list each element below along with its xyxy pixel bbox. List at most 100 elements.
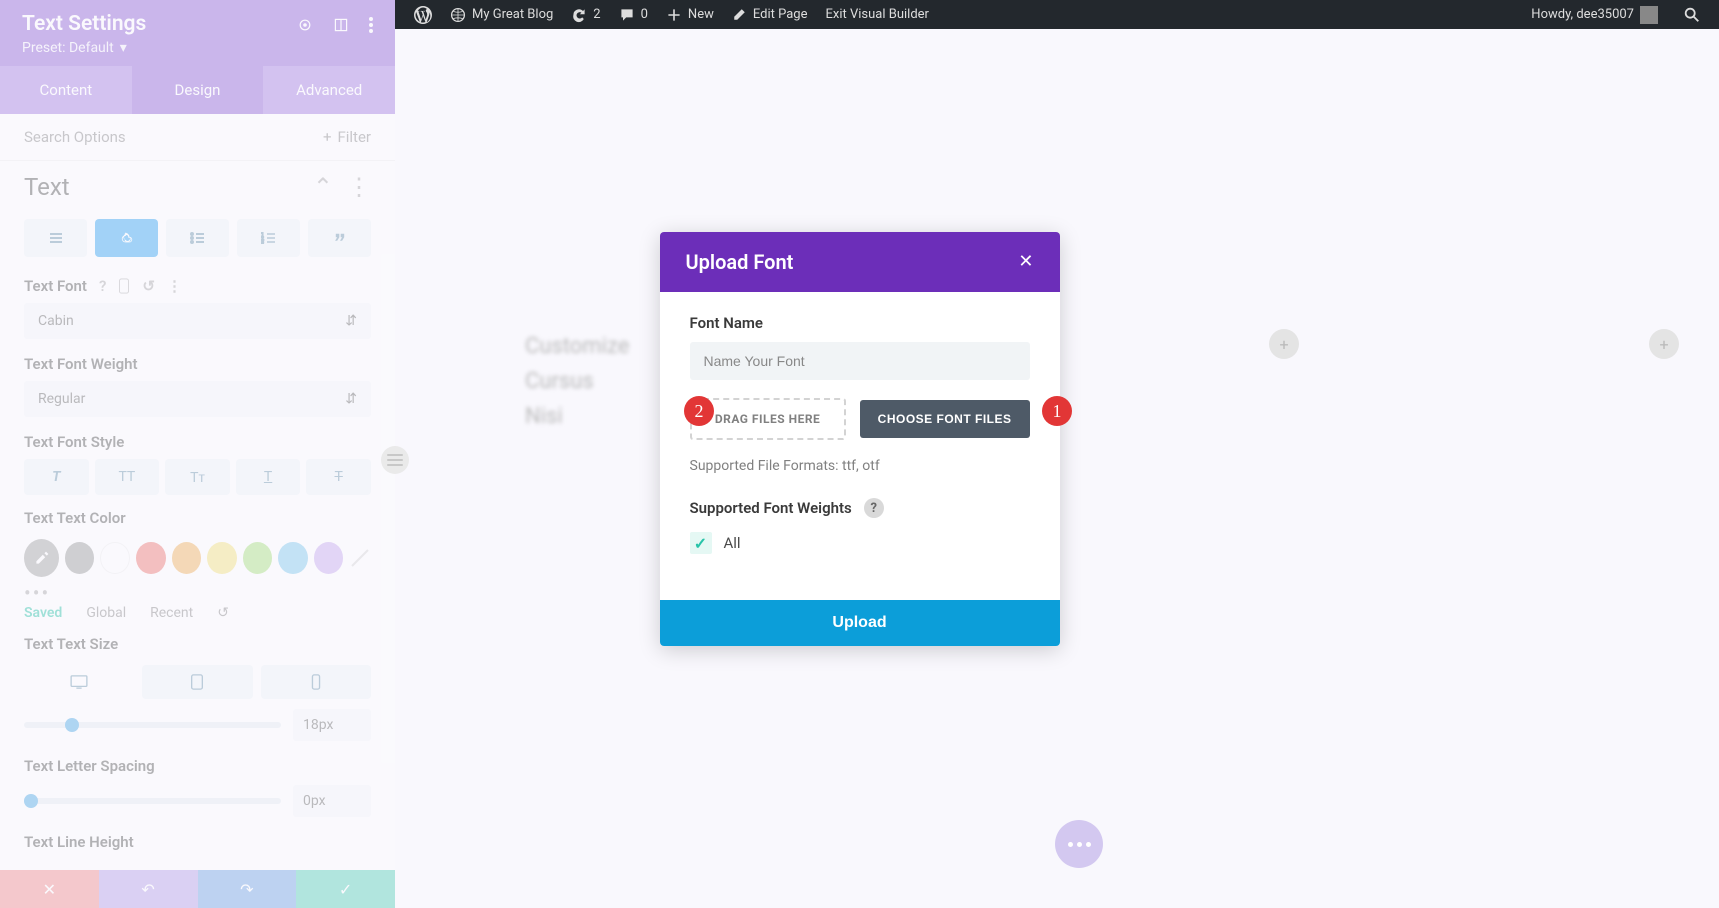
device-tablet[interactable] (142, 665, 252, 699)
preset-selector[interactable]: Preset: Default ▾ (22, 40, 146, 56)
upload-font-modal: Upload Font ✕ Font Name DRAG FILES HERE … (660, 232, 1060, 646)
admin-search-button[interactable] (1675, 6, 1709, 24)
font-name-label: Font Name (690, 314, 1030, 332)
panel-close-button[interactable]: ✕ (0, 870, 99, 908)
refresh-icon (571, 7, 587, 23)
edit-page-label: Edit Page (753, 7, 808, 22)
choose-files-button[interactable]: CHOOSE FONT FILES (860, 400, 1030, 438)
swatch-orange[interactable] (172, 542, 201, 574)
prop-style: Text Font Style T TT Tᴛ T T (0, 423, 395, 499)
recent-recent[interactable]: Recent (150, 605, 193, 621)
swatch-dropper[interactable] (24, 539, 59, 577)
edit-page-button[interactable]: Edit Page (723, 0, 817, 29)
subtab-p[interactable] (24, 219, 87, 257)
subtab-ul[interactable] (166, 219, 229, 257)
prop-color: Text Text Color (0, 499, 395, 531)
supported-weights-label: Supported Font Weights (690, 499, 852, 517)
drag-drop-zone[interactable]: DRAG FILES HERE (690, 398, 846, 440)
wp-admin-bar: My Great Blog 2 0 New Edit Page Exit Vis… (395, 0, 1719, 29)
weight-select[interactable]: Regular ⇵ (24, 381, 371, 417)
panel-footer: ✕ ↶ ↷ ✓ (0, 870, 395, 908)
font-select[interactable]: Cabin ⇵ (24, 303, 371, 339)
swatch-white[interactable] (100, 542, 130, 574)
chevron-up-icon[interactable]: ⌃ (313, 173, 333, 201)
reset-icon[interactable]: ↺ (217, 605, 229, 621)
more-icon[interactable]: ⋮ (167, 277, 182, 295)
subtab-a[interactable] (95, 219, 158, 257)
swatch-green[interactable] (243, 542, 272, 574)
style-underline[interactable]: T (236, 459, 301, 495)
user-greeting-button[interactable]: Howdy, dee35007 (1522, 0, 1667, 29)
swatch-none[interactable] (349, 547, 371, 569)
wp-logo-button[interactable] (405, 0, 441, 29)
help-icon[interactable]: ? (99, 277, 106, 295)
style-italic[interactable]: T (24, 459, 89, 495)
site-name-button[interactable]: My Great Blog (441, 0, 562, 29)
prop-lineheight: Text Line Height (0, 823, 395, 855)
modal-title: Upload Font (686, 250, 794, 274)
filter-button[interactable]: + Filter (323, 128, 371, 146)
recent-saved[interactable]: Saved (24, 605, 62, 621)
panel-drag-handle[interactable] (381, 446, 409, 474)
annotation-1: 1 (1042, 396, 1072, 426)
font-name-input[interactable] (690, 342, 1030, 380)
panel-redo-button[interactable]: ↷ (198, 870, 297, 908)
pencil-icon (732, 7, 747, 22)
refresh-button[interactable]: 2 (562, 0, 609, 29)
new-button[interactable]: New (657, 0, 723, 29)
tab-content[interactable]: Content (0, 66, 132, 114)
panel-title: Text Settings (22, 12, 146, 36)
builder-actions-button[interactable] (1055, 820, 1103, 868)
reset-icon[interactable]: ↺ (142, 277, 155, 295)
collapse-icons: ⌃ ⋮ (313, 173, 371, 201)
columns-icon[interactable] (333, 17, 349, 33)
site-name: My Great Blog (472, 7, 553, 22)
target-icon[interactable] (297, 17, 313, 33)
add-section-button[interactable]: + (1649, 329, 1679, 359)
panel-undo-button[interactable]: ↶ (99, 870, 198, 908)
tab-design[interactable]: Design (132, 66, 264, 114)
annotation-2: 2 (684, 396, 714, 426)
spacing-value[interactable]: 0px (293, 785, 371, 817)
subtab-ol[interactable]: 123 (237, 219, 300, 257)
style-caps[interactable]: TT (95, 459, 160, 495)
upload-button[interactable]: Upload (660, 600, 1060, 646)
help-icon[interactable]: ? (864, 498, 884, 518)
comments-button[interactable]: 0 (610, 0, 657, 29)
size-slider[interactable] (24, 722, 281, 728)
all-label: All (724, 534, 741, 552)
more-icon[interactable] (369, 17, 373, 33)
subtab-quote[interactable] (308, 219, 371, 257)
text-subtabs: 123 (0, 209, 395, 267)
prop-weight: Text Font Weight Regular ⇵ (0, 345, 395, 423)
device-phone[interactable] (261, 665, 371, 699)
more-icon[interactable]: ⋮ (347, 173, 371, 201)
swatch-red[interactable] (136, 542, 165, 574)
style-smallcaps[interactable]: Tᴛ (165, 459, 230, 495)
section-text[interactable]: Text ⌃ ⋮ (0, 161, 395, 209)
mobile-icon[interactable] (118, 278, 130, 294)
add-section-button[interactable]: + (1269, 329, 1299, 359)
supported-formats-text: Supported File Formats: ttf, otf (690, 458, 1030, 474)
search-input[interactable]: Search Options (24, 128, 126, 146)
size-value[interactable]: 18px (293, 709, 371, 741)
plus-icon (666, 7, 682, 23)
recent-global[interactable]: Global (86, 605, 126, 621)
device-desktop[interactable] (24, 665, 134, 699)
exit-visual-builder-button[interactable]: Exit Visual Builder (817, 0, 938, 29)
swatch-gray[interactable] (65, 542, 94, 574)
refresh-count: 2 (593, 7, 600, 22)
panel-save-button[interactable]: ✓ (296, 870, 395, 908)
prop-font: Text Font ? ↺ ⋮ Cabin ⇵ (0, 267, 395, 345)
close-icon[interactable]: ✕ (1018, 253, 1033, 271)
svg-text:3: 3 (261, 240, 264, 244)
updown-icon: ⇵ (345, 313, 357, 329)
swatch-blue[interactable] (278, 542, 307, 574)
more-swatches-icon[interactable]: ••• (0, 581, 395, 605)
swatch-yellow[interactable] (207, 542, 236, 574)
tab-advanced[interactable]: Advanced (263, 66, 395, 114)
all-weights-checkbox[interactable]: ✓ (690, 532, 712, 554)
swatch-purple[interactable] (314, 542, 343, 574)
spacing-slider[interactable] (24, 798, 281, 804)
style-strike[interactable]: T (306, 459, 371, 495)
